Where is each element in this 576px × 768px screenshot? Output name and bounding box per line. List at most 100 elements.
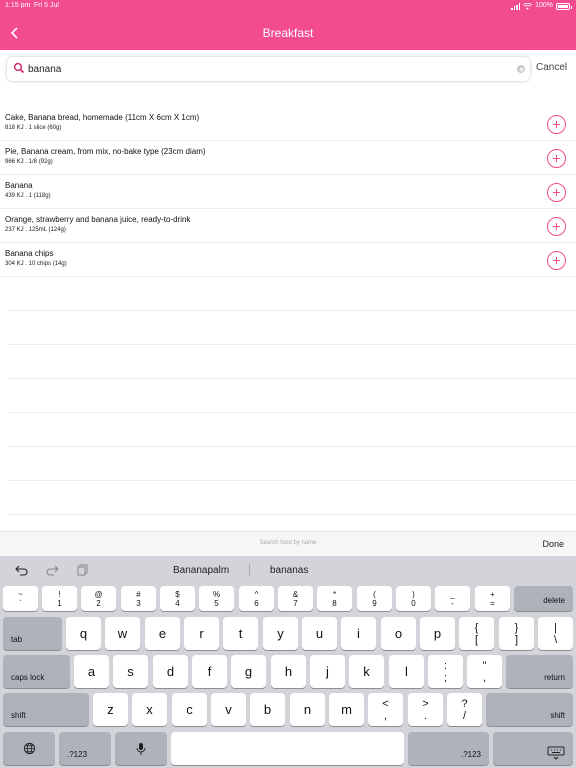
return-key[interactable]: return [506, 655, 573, 688]
page-title: Breakfast [262, 26, 314, 40]
key[interactable]: * 8 [317, 586, 352, 611]
food-name: Banana chips [5, 249, 54, 258]
battery-percent: 100% [535, 2, 553, 9]
key[interactable]: g [231, 655, 266, 688]
nav-bar: 1:15 pm Fri 5 Jul 100% Breakfast [0, 0, 576, 50]
key[interactable]: l [389, 655, 424, 688]
key[interactable]: y [263, 617, 298, 650]
key[interactable]: r [184, 617, 219, 650]
suggestion-item[interactable]: bananas [270, 565, 308, 576]
key[interactable]: e [145, 617, 180, 650]
key[interactable]: c [172, 693, 207, 726]
delete-key[interactable]: delete [514, 586, 573, 611]
result-row[interactable]: Pie, Banana cream, from mix, no-bake typ… [0, 141, 576, 175]
add-button[interactable] [547, 115, 566, 134]
key[interactable]: @2 [81, 586, 116, 611]
result-row[interactable]: Orange, strawberry and banana juice, rea… [0, 209, 576, 243]
undo-icon[interactable] [15, 564, 29, 576]
key[interactable]: o [381, 617, 416, 650]
key-bottom: 0 [411, 598, 416, 608]
key[interactable]: i [341, 617, 376, 650]
key[interactable]: x [132, 693, 167, 726]
add-button[interactable] [547, 183, 566, 202]
add-button[interactable] [547, 149, 566, 168]
app-root: 1:15 pm Fri 5 Jul 100% Breakfast Cancel … [0, 0, 576, 768]
key[interactable]: w [105, 617, 140, 650]
key-label: y [277, 626, 284, 641]
key[interactable]: ? / [447, 693, 482, 726]
key[interactable]: % 5 [199, 586, 234, 611]
empty-row [8, 345, 576, 379]
key[interactable]: t [223, 617, 258, 650]
key-label: b [263, 702, 272, 717]
key-label: t [238, 626, 243, 641]
key[interactable]: | \ [538, 617, 573, 650]
key-bottom: 8 [332, 598, 337, 608]
key[interactable]: m [329, 693, 364, 726]
numbers-right-key[interactable]: .?123 [408, 732, 489, 765]
key[interactable]: ", [467, 655, 502, 688]
key[interactable]: p [420, 617, 455, 650]
key[interactable]: _ - [435, 586, 470, 611]
space-key[interactable] [171, 732, 404, 765]
dictation-key[interactable] [115, 732, 167, 765]
globe-key[interactable] [3, 732, 55, 765]
result-row[interactable]: Banana chips 304 KJ . 10 chips (14g) [0, 243, 576, 277]
key[interactable]: :; [428, 655, 463, 688]
key[interactable]: b [250, 693, 285, 726]
search-input[interactable] [28, 60, 498, 78]
key-bottom: - [451, 598, 454, 608]
key[interactable]: a [74, 655, 109, 688]
redo-icon[interactable] [45, 564, 59, 576]
key[interactable]: n [290, 693, 325, 726]
key-label: .?123 [460, 750, 481, 759]
key[interactable]: s [113, 655, 148, 688]
key[interactable]: & 7 [278, 586, 313, 611]
done-button[interactable]: Done [542, 539, 564, 549]
key[interactable]: k [349, 655, 384, 688]
key[interactable]: u [302, 617, 337, 650]
key[interactable]: $4 [160, 586, 195, 611]
key-label: r [199, 626, 204, 641]
hide-keyboard-key[interactable] [493, 732, 573, 765]
key-label: l [405, 664, 408, 679]
key[interactable]: <, [368, 693, 403, 726]
key[interactable]: j [310, 655, 345, 688]
key-top: _ [450, 589, 455, 599]
shift-right-key[interactable]: shift [486, 693, 573, 726]
numbers-left-key[interactable]: .?123 [59, 732, 111, 765]
search-box[interactable] [7, 57, 530, 81]
key-top: * [332, 589, 337, 599]
key[interactable]: {[ [459, 617, 494, 650]
key[interactable]: ^ 6 [239, 586, 274, 611]
caps-lock-key[interactable]: caps lock [3, 655, 70, 688]
key[interactable]: + = [475, 586, 510, 611]
key[interactable]: }] [499, 617, 534, 650]
key[interactable]: ~ ` [3, 586, 38, 611]
key[interactable]: #3 [121, 586, 156, 611]
clear-icon[interactable] [517, 65, 525, 73]
key[interactable]: ) 0 [396, 586, 431, 611]
result-row[interactable]: Banana 439 KJ . 1 (118g) [0, 175, 576, 209]
key[interactable]: ! 1 [42, 586, 77, 611]
shift-left-key[interactable]: shift [3, 693, 89, 726]
tab-key[interactable]: tab [3, 617, 62, 650]
paste-icon[interactable] [76, 564, 90, 576]
key[interactable]: v [211, 693, 246, 726]
key[interactable]: f [192, 655, 227, 688]
cancel-button[interactable]: Cancel [536, 62, 567, 73]
key[interactable]: h [271, 655, 306, 688]
suggestion-item[interactable]: Bananapalm [173, 565, 229, 576]
key[interactable]: z [93, 693, 128, 726]
key[interactable]: q [66, 617, 101, 650]
key-top: % [212, 589, 221, 599]
key-label: shift [550, 711, 565, 720]
key[interactable]: d [153, 655, 188, 688]
add-button[interactable] [547, 217, 566, 236]
key-bottom: 2 [96, 598, 101, 608]
key[interactable]: (9 [357, 586, 392, 611]
add-button[interactable] [547, 251, 566, 270]
result-row[interactable]: Cake, Banana bread, homemade (11cm X 6cm… [0, 107, 576, 141]
key[interactable]: >. [408, 693, 443, 726]
key-label: o [394, 626, 403, 641]
